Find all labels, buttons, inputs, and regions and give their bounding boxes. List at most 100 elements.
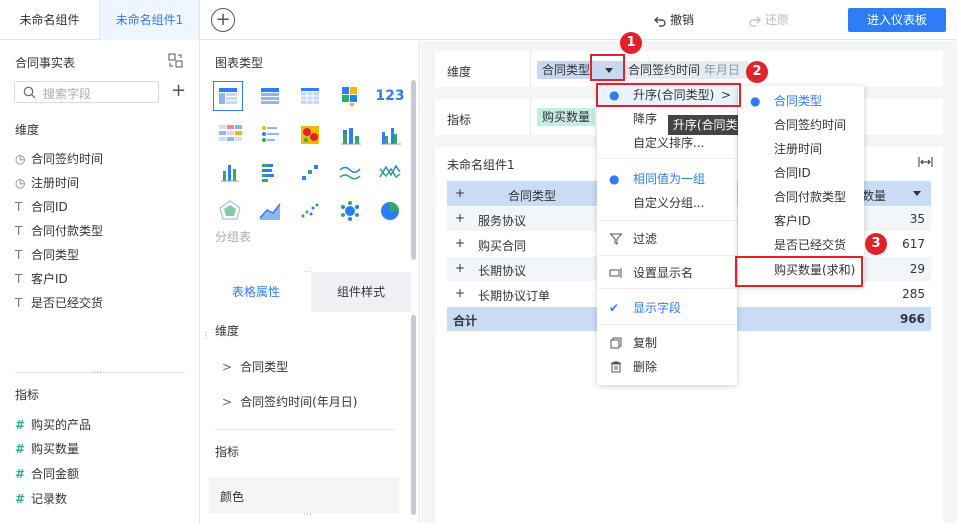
table-header-quantity[interactable]: 数量: [862, 187, 886, 204]
properties-scrollbar[interactable]: [411, 315, 416, 515]
expand-all-icon[interactable]: +: [455, 186, 465, 200]
filter-icon: [609, 233, 623, 245]
step-badge-3: 3: [865, 233, 887, 255]
menu-label: 过滤: [633, 232, 658, 246]
enter-dashboard-button[interactable]: 进入仪表板: [848, 8, 946, 32]
undo-button[interactable]: 撤销: [654, 12, 694, 28]
table-cell-name: 长期协议: [478, 264, 527, 278]
measure-field-record-count[interactable]: # 记录数: [15, 490, 67, 507]
tab-component[interactable]: 未命名组件: [0, 0, 100, 40]
resize-handle-vertical[interactable]: ⋮: [202, 332, 210, 340]
resize-handle[interactable]: ⋯: [93, 368, 102, 378]
tab-table-properties[interactable]: 表格属性: [201, 272, 311, 312]
fit-width-icon[interactable]: [918, 157, 933, 167]
dim-field-delivered[interactable]: T 是否已经交货: [15, 294, 103, 311]
row-expand-icon[interactable]: +: [455, 261, 465, 275]
table-cell-value: 29: [909, 262, 925, 276]
prop-dim-label: 合同签约时间(年月日): [240, 395, 358, 409]
menu-divider: [597, 288, 737, 289]
measure-pill-quantity[interactable]: 购买数量: [537, 108, 595, 126]
resize-handle[interactable]: ⋯: [303, 510, 312, 520]
menu-label: 降序: [633, 112, 658, 126]
table-cell-value: 617: [902, 237, 925, 251]
hash-icon: #: [15, 492, 26, 506]
table-header-contract-type[interactable]: 合同类型: [508, 187, 556, 204]
radar-chart-type-icon[interactable]: [215, 196, 245, 226]
dim-field-register-time[interactable]: ◷ 注册时间: [15, 174, 79, 191]
tab-component-1[interactable]: 未命名组件1: [100, 0, 200, 40]
prop-measure-header: 指标: [215, 445, 240, 459]
stacked-bar-type-icon[interactable]: [335, 120, 365, 150]
switch-dataset-icon[interactable]: [168, 53, 183, 68]
list-chart-type-icon[interactable]: [255, 120, 285, 150]
hash-icon: #: [15, 442, 26, 456]
color-label: 颜色: [220, 490, 245, 504]
hash-icon: #: [15, 467, 26, 481]
bubble-chart-type-icon[interactable]: [335, 196, 365, 226]
field-label: 记录数: [31, 492, 68, 506]
line-chart-type-icon[interactable]: [335, 157, 365, 187]
row-expand-icon[interactable]: +: [455, 236, 465, 250]
field-label: 注册时间: [31, 176, 80, 190]
step-badge-1: 1: [620, 32, 642, 54]
dim-field-customer-id[interactable]: T 客户ID: [15, 270, 68, 287]
prop-dim-item[interactable]: > 合同签约时间(年月日): [222, 393, 357, 410]
sort-desc-icon[interactable]: [911, 187, 923, 199]
table-number-type-icon[interactable]: [215, 120, 245, 150]
bar-chart-type-icon[interactable]: [215, 157, 245, 187]
area-chart-type-icon[interactable]: [255, 196, 285, 226]
measure-field-amount[interactable]: # 合同金额: [15, 465, 79, 482]
scatter-chart-type-icon[interactable]: [295, 196, 325, 226]
table-cell-name: 服务协议: [478, 214, 527, 228]
submenu-label: 注册时间: [774, 142, 823, 156]
chart-type-scrollbar[interactable]: [411, 80, 416, 260]
measure-field-product[interactable]: # 购买的产品: [15, 416, 91, 433]
tab-component-style[interactable]: 组件样式: [311, 272, 411, 312]
menu-divider: [597, 324, 737, 325]
add-field-button[interactable]: +: [171, 82, 186, 100]
copy-icon: [610, 337, 622, 349]
submenu-label: 合同ID: [774, 166, 811, 180]
bullet-icon: ●: [750, 94, 761, 108]
kpi-number-type-icon[interactable]: 123: [375, 81, 405, 111]
search-placeholder: 搜索字段: [43, 87, 92, 101]
step-chart-type-icon[interactable]: [295, 157, 325, 187]
field-search-input[interactable]: 搜索字段: [14, 81, 159, 103]
add-tab-button[interactable]: +: [211, 8, 235, 32]
pie-chart-type-icon[interactable]: [375, 196, 405, 226]
chart-type-title: 图表类型: [215, 56, 264, 70]
grouped-bar-type-icon[interactable]: [375, 120, 405, 150]
dim-field-contract-id[interactable]: T 合同ID: [15, 198, 68, 215]
prop-dim-item[interactable]: > 合同类型: [222, 358, 288, 375]
field-label: 购买的产品: [31, 418, 92, 432]
color-block-type-icon[interactable]: [335, 81, 365, 111]
row-expand-icon[interactable]: +: [455, 286, 465, 300]
redo-button[interactable]: 还原: [749, 12, 789, 28]
total-label: 合计: [453, 314, 478, 328]
detail-table-type-icon[interactable]: [295, 81, 325, 111]
submenu-label: 是否已经交货: [774, 238, 847, 252]
dim-field-contract-type[interactable]: T 合同类型: [15, 246, 79, 263]
heatmap-type-icon[interactable]: [295, 120, 325, 150]
field-label: 是否已经交货: [31, 296, 104, 310]
cross-table-type-icon[interactable]: [255, 81, 285, 111]
table-cell-value: 35: [909, 212, 925, 226]
dim-field-signing-time[interactable]: ◷ 合同签约时间: [15, 150, 103, 167]
field-label: 合同ID: [31, 200, 68, 214]
submenu-item-contract-type[interactable]: ● 合同类型: [738, 90, 864, 112]
field-label: 合同付款类型: [31, 224, 104, 238]
menu-label: 自定义分组...: [633, 196, 705, 210]
grouped-table-type-icon[interactable]: [213, 81, 243, 111]
trash-icon: [611, 361, 621, 373]
total-value: 966: [899, 312, 925, 326]
submenu-label: 合同付款类型: [774, 190, 847, 204]
polyline-chart-type-icon[interactable]: [375, 157, 405, 187]
hash-icon: #: [15, 418, 26, 432]
dim-pill-signing-time[interactable]: 合同签约时间 年月日: [623, 61, 748, 79]
zone-separator: [530, 51, 531, 87]
step-badge-2: 2: [746, 61, 768, 83]
horizontal-bar-type-icon[interactable]: [255, 157, 285, 187]
measure-field-quantity[interactable]: # 购买数量: [15, 440, 79, 457]
row-expand-icon[interactable]: +: [455, 211, 465, 225]
dim-field-payment-type[interactable]: T 合同付款类型: [15, 222, 103, 239]
